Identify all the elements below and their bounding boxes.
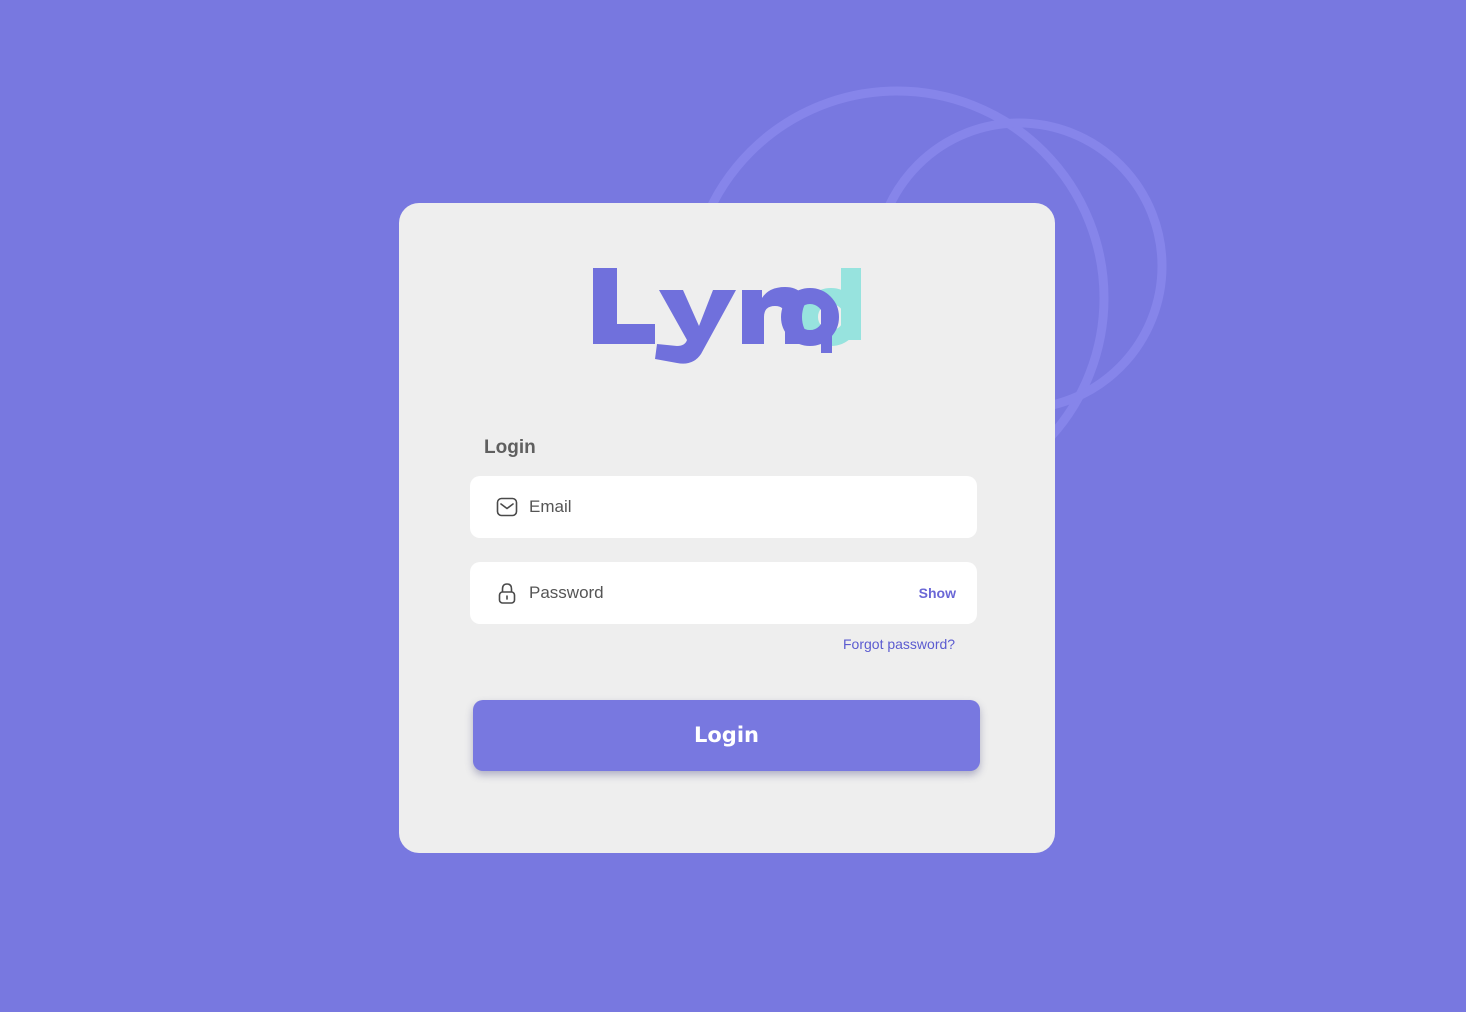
email-input[interactable] [529, 476, 869, 538]
password-field[interactable]: Show [470, 562, 977, 624]
forgot-password-link[interactable]: Forgot password? [843, 636, 955, 652]
mail-icon [496, 496, 518, 518]
login-form-title: Login [484, 437, 536, 458]
lynqd-logo [589, 262, 869, 366]
password-input[interactable] [529, 562, 869, 624]
email-field[interactable] [470, 476, 977, 538]
show-password-toggle[interactable]: Show [919, 585, 956, 601]
lock-icon [496, 582, 518, 604]
login-button[interactable]: Login [473, 700, 980, 771]
